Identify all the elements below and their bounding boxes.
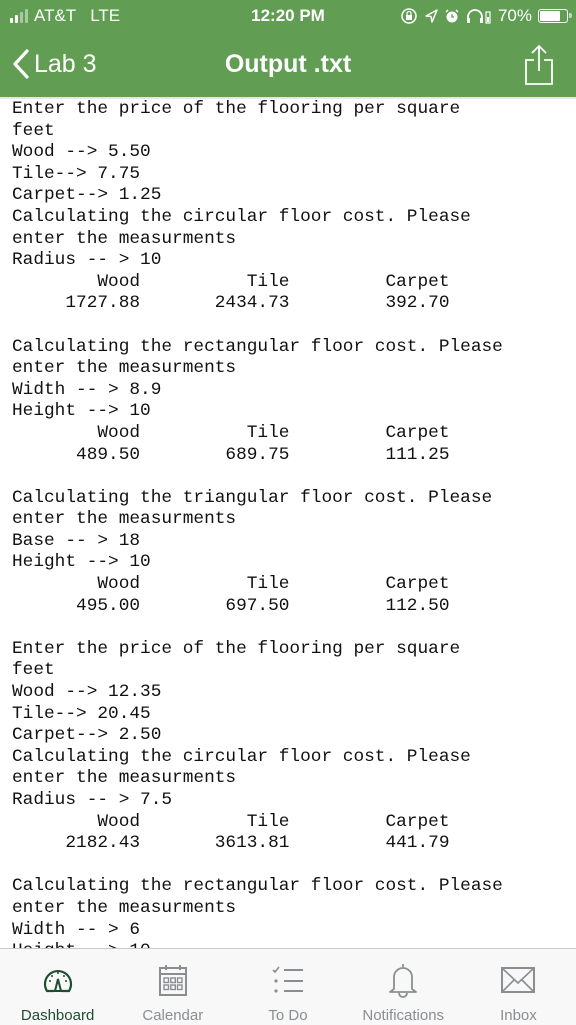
- file-line: [12, 617, 572, 639]
- file-line: Radius -- > 7.5: [12, 790, 173, 810]
- file-line: Wood --> 12.35: [12, 682, 162, 703]
- file-line: Enter the price of the flooring per squa…: [12, 638, 461, 659]
- share-icon: [525, 44, 553, 85]
- tab-calendar[interactable]: Calendar: [115, 949, 230, 1025]
- file-line: Tile--> 7.75: [12, 163, 141, 184]
- file-line: Base -- > 18: [12, 530, 141, 551]
- todo-list-icon: [272, 966, 303, 993]
- tab-label: Notifications: [362, 1007, 445, 1024]
- rotation-lock-icon: [401, 8, 417, 24]
- file-line: Wood Tile Carpet: [12, 574, 450, 595]
- headphones-icon: [466, 9, 491, 24]
- file-line: Calculating the triangular floor cost. P…: [12, 487, 493, 508]
- file-line: Wood --> 5.50: [12, 142, 151, 163]
- file-line: Height --> 10: [12, 552, 151, 573]
- file-line: feet: [12, 660, 55, 681]
- file-line: Wood Tile Carpet: [12, 271, 450, 292]
- back-label: Lab 3: [34, 49, 97, 78]
- chevron-left-icon: [13, 49, 29, 79]
- alarm-icon: [445, 9, 459, 23]
- file-line: Calculating the rectangular floor cost. …: [12, 876, 503, 897]
- dashboard-gauge-icon: [43, 970, 72, 993]
- file-line: Width -- > 8.9: [12, 379, 162, 400]
- envelope-icon: [501, 967, 536, 993]
- file-line: 2182.43 3613.81 441.79: [12, 833, 450, 854]
- tab-notifications[interactable]: Notifications: [346, 949, 461, 1025]
- file-line: Enter the price of the flooring per squa…: [12, 99, 461, 119]
- navigation-bar: Lab 3 Output .txt: [0, 34, 576, 99]
- file-line: 1727.88 2434.73 392.70: [12, 293, 450, 314]
- file-line: Calculating the circular floor cost. Ple…: [12, 746, 471, 767]
- file-line: Wood Tile Carpet: [12, 811, 450, 832]
- bell-icon: [389, 964, 418, 998]
- tab-label: To Do: [268, 1007, 308, 1024]
- tab-label: Dashboard: [20, 1007, 95, 1024]
- file-line: 489.50 689.75 111.25: [12, 444, 450, 465]
- file-line: Carpet--> 2.50: [12, 725, 162, 746]
- status-right: 70%: [400, 6, 572, 26]
- location-icon: [425, 9, 438, 23]
- file-line: Wood Tile Carpet: [12, 422, 450, 443]
- status-bar: AT&T LTE 12:20 PM 70%: [0, 0, 576, 34]
- tab-label: Inbox: [500, 1007, 537, 1024]
- file-line: Height --> 10: [12, 941, 572, 948]
- tab-label: Calendar: [142, 1007, 204, 1024]
- battery-icon: [538, 9, 572, 23]
- file-line: Radius -- > 10: [12, 250, 162, 271]
- tab-inbox[interactable]: Inbox: [461, 949, 576, 1025]
- file-line: [12, 315, 572, 337]
- file-line: feet: [12, 120, 55, 141]
- file-line: enter the measurments: [12, 358, 237, 379]
- file-line: Calculating the rectangular floor cost. …: [12, 336, 503, 357]
- file-line: 495.00 697.50 112.50: [12, 595, 450, 616]
- share-button[interactable]: [524, 44, 554, 91]
- file-line: enter the measurments: [12, 768, 237, 789]
- tab-bar: Dashboard Calendar To Do Notifications I…: [0, 948, 576, 1025]
- calendar-icon: [158, 965, 187, 996]
- file-content[interactable]: Enter the price of the flooring per squa…: [12, 99, 572, 948]
- tab-dashboard[interactable]: Dashboard: [0, 949, 115, 1025]
- file-line: enter the measurments: [12, 228, 237, 249]
- file-line: [12, 855, 572, 877]
- file-line: Carpet--> 1.25: [12, 185, 162, 206]
- file-line: Calculating the circular floor cost. Ple…: [12, 206, 471, 227]
- back-button[interactable]: Lab 3: [12, 48, 97, 80]
- file-line: Tile--> 20.45: [12, 703, 151, 724]
- file-line: Width -- > 6: [12, 919, 141, 940]
- file-line: Height --> 10: [12, 401, 151, 422]
- file-line: enter the measurments: [12, 897, 237, 918]
- tab-todo[interactable]: To Do: [230, 949, 345, 1025]
- battery-percent: 70%: [497, 6, 532, 25]
- file-line: enter the measurments: [12, 509, 237, 530]
- file-line: [12, 466, 572, 488]
